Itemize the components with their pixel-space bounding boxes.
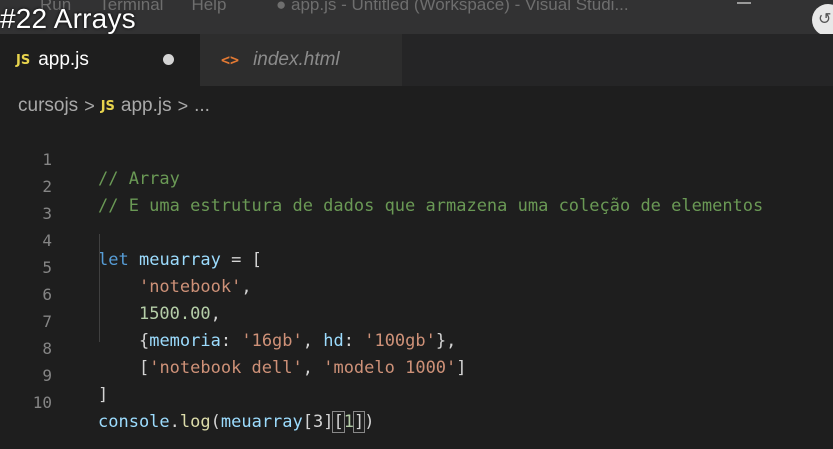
- code-line[interactable]: 2 // E uma estrutura de dados que armaze…: [0, 153, 833, 216]
- code-line[interactable]: 7 {memoria: '16gb', hd: '100gb'},: [0, 288, 833, 351]
- badge-glyph-icon: ↺: [818, 9, 832, 28]
- matched-bracket: ]: [352, 411, 366, 433]
- code-line[interactable]: 1 // Array: [0, 126, 833, 189]
- breadcrumb-symbols[interactable]: ...: [194, 95, 210, 117]
- tab-app-js[interactable]: JS app.js: [0, 34, 200, 86]
- chevron-right-icon: >: [84, 95, 95, 116]
- channel-badge: ↺: [812, 4, 833, 34]
- code-line[interactable]: 6 1500.00,: [0, 261, 833, 324]
- tab-label: app.js: [38, 49, 89, 70]
- code-line[interactable]: 9 ]: [0, 342, 833, 405]
- function-name: log: [179, 412, 211, 432]
- tab-bar: JS app.js <> index.html: [0, 34, 833, 86]
- javascript-file-icon: JS: [100, 98, 115, 114]
- number: 1: [343, 412, 354, 432]
- chevron-right-icon: >: [177, 95, 189, 116]
- title-bar: Run Terminal Help ● app.js - Untitled (Wor…: [0, 0, 833, 34]
- code-line[interactable]: 10 console.log(meuarray[3][1]): [0, 369, 833, 433]
- unsaved-dot-icon[interactable]: [163, 54, 174, 65]
- variable: meuarray: [220, 412, 303, 432]
- breadcrumb-folder[interactable]: cursojs: [18, 95, 78, 117]
- indent-guide: [99, 234, 100, 342]
- breadcrumb-file[interactable]: app.js: [121, 95, 172, 117]
- tab-index-html[interactable]: <> index.html: [200, 34, 402, 86]
- minimize-icon[interactable]: [737, 2, 751, 4]
- matched-bracket: [: [332, 411, 345, 433]
- object: console: [98, 412, 170, 432]
- code-line[interactable]: 8 ['notebook dell', 'modelo 1000']: [0, 315, 833, 378]
- javascript-file-icon: JS: [16, 52, 31, 68]
- video-title-overlay: #22 Arrays: [0, 3, 136, 34]
- code-line[interactable]: 5 'notebook',: [0, 234, 833, 297]
- window-title: ● app.js - Untitled (Workspace) - Visual…: [276, 0, 629, 14]
- punctuation: .: [169, 412, 180, 432]
- html-file-icon: <>: [221, 51, 240, 69]
- code-line[interactable]: 3: [0, 180, 833, 223]
- line-number: 10: [32, 393, 52, 412]
- paren: (: [210, 412, 221, 432]
- breadcrumb: cursojs > JS app.js > ...: [0, 86, 833, 126]
- code-editor[interactable]: 1 // Array 2 // E uma estrutura de dados…: [0, 126, 833, 433]
- tab-label: index.html: [253, 49, 340, 70]
- index-access: [3]: [302, 412, 334, 432]
- paren: ): [364, 412, 375, 432]
- menu-help[interactable]: Help: [191, 0, 226, 14]
- code-line[interactable]: 4 let meuarray = [: [0, 207, 833, 270]
